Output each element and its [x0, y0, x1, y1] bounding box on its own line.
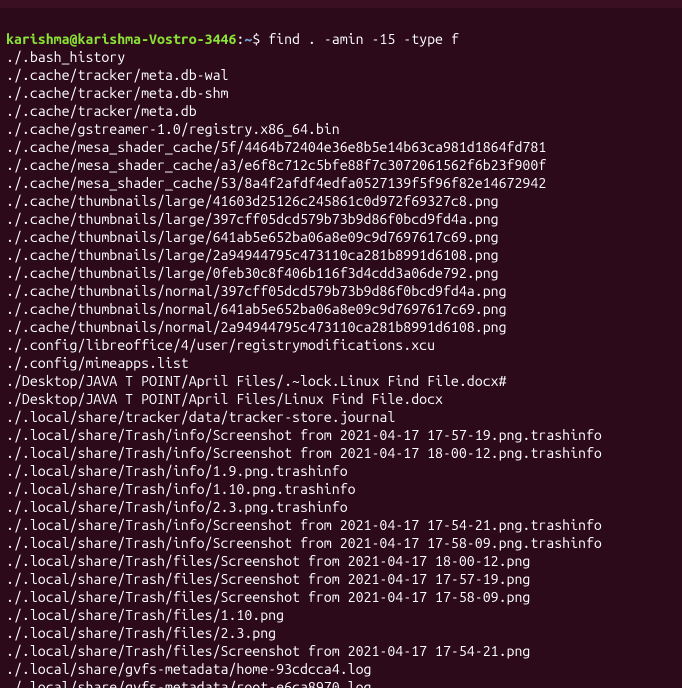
output-line: ./.cache/thumbnails/normal/2a94944795c47…: [6, 318, 676, 336]
output-line: ./.cache/gstreamer-1.0/registry.x86_64.b…: [6, 120, 676, 138]
output-line: ./.cache/mesa_shader_cache/53/8a4f2afdf4…: [6, 174, 676, 192]
window-titlebar: [0, 0, 682, 8]
prompt-line: karishma@karishma-Vostro-3446:~$ find . …: [6, 31, 459, 47]
output-line: ./.cache/thumbnails/large/0feb30c8f406b1…: [6, 264, 676, 282]
output-line: ./.config/mimeapps.list: [6, 354, 676, 372]
output-line: ./.local/share/Trash/info/1.10.png.trash…: [6, 480, 676, 498]
output-line: ./.local/share/Trash/files/Screenshot fr…: [6, 588, 676, 606]
terminal-body[interactable]: karishma@karishma-Vostro-3446:~$ find . …: [0, 8, 682, 688]
output-line: ./.local/share/gvfs-metadata/root-e6ca89…: [6, 678, 676, 688]
command-text: find . -amin -15 -type f: [268, 31, 459, 47]
output-line: ./.local/share/tracker/data/tracker-stor…: [6, 408, 676, 426]
output-line: ./.cache/thumbnails/large/2a94944795c473…: [6, 246, 676, 264]
output-line: ./.cache/thumbnails/large/41603d25126c24…: [6, 192, 676, 210]
output-line: ./.local/share/Trash/info/2.3.png.trashi…: [6, 498, 676, 516]
output-line: ./.config/libreoffice/4/user/registrymod…: [6, 336, 676, 354]
output-line: ./.cache/thumbnails/normal/397cff05dcd57…: [6, 282, 676, 300]
output-line: ./.cache/thumbnails/large/641ab5e652ba06…: [6, 228, 676, 246]
output-line: ./.local/share/Trash/info/Screenshot fro…: [6, 534, 676, 552]
output-line: ./.cache/mesa_shader_cache/5f/4464b72404…: [6, 138, 676, 156]
output-line: ./.local/share/Trash/info/1.9.png.trashi…: [6, 462, 676, 480]
output-line: ./.cache/thumbnails/large/397cff05dcd579…: [6, 210, 676, 228]
output-line: ./.local/share/Trash/files/1.10.png: [6, 606, 676, 624]
output-line: ./.cache/tracker/meta.db: [6, 102, 676, 120]
output-line: ./.cache/thumbnails/normal/641ab5e652ba0…: [6, 300, 676, 318]
output-line: ./Desktop/JAVA T POINT/April Files/.~loc…: [6, 372, 676, 390]
output-line: ./.local/share/Trash/files/Screenshot fr…: [6, 552, 676, 570]
output-line: ./.local/share/Trash/files/2.3.png: [6, 624, 676, 642]
output-line: ./.local/share/Trash/files/Screenshot fr…: [6, 642, 676, 660]
output-line: ./.cache/tracker/meta.db-shm: [6, 84, 676, 102]
command-output: ./.bash_history./.cache/tracker/meta.db-…: [6, 48, 676, 688]
output-line: ./.local/share/Trash/info/Screenshot fro…: [6, 444, 676, 462]
output-line: ./Desktop/JAVA T POINT/April Files/Linux…: [6, 390, 676, 408]
output-line: ./.cache/tracker/meta.db-wal: [6, 66, 676, 84]
prompt-dollar: $: [252, 31, 268, 47]
output-line: ./.local/share/gvfs-metadata/home-93cdcc…: [6, 660, 676, 678]
output-line: ./.local/share/Trash/info/Screenshot fro…: [6, 516, 676, 534]
output-line: ./.local/share/Trash/info/Screenshot fro…: [6, 426, 676, 444]
prompt-user-host: karishma@karishma-Vostro-3446: [6, 31, 236, 47]
output-line: ./.cache/mesa_shader_cache/a3/e6f8c712c5…: [6, 156, 676, 174]
output-line: ./.local/share/Trash/files/Screenshot fr…: [6, 570, 676, 588]
output-line: ./.bash_history: [6, 48, 676, 66]
